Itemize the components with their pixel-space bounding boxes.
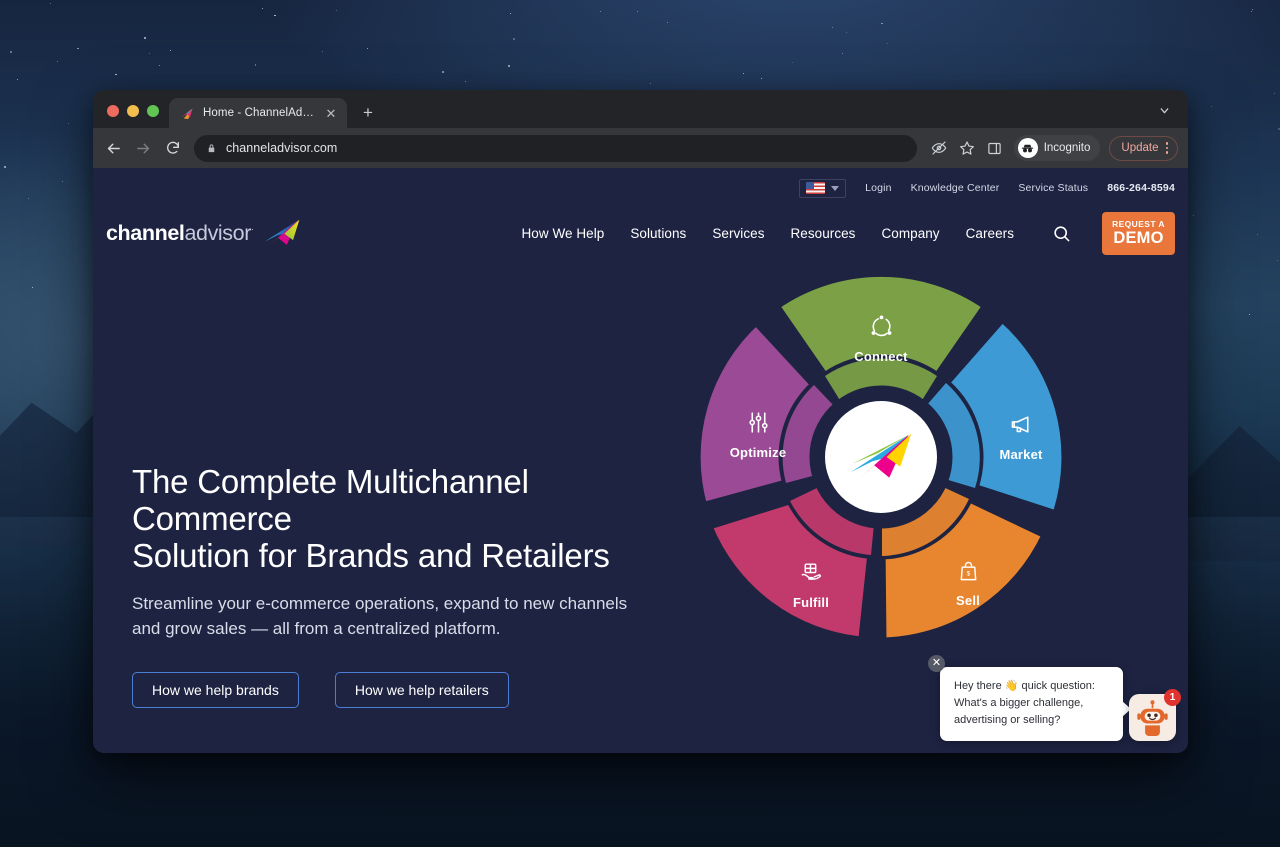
update-label: Update — [1121, 142, 1159, 154]
plus-icon[interactable]: + — [355, 100, 381, 126]
demo-button-line2: DEMO — [1113, 229, 1164, 247]
chat-message-line2: What's a bigger challenge, — [954, 696, 1084, 709]
profile-label: Incognito — [1043, 142, 1091, 154]
logo-word-channel: channel — [106, 220, 185, 245]
chat-message-bubble[interactable]: ✕ Hey there 👋 quick question: What's a b… — [928, 654, 1131, 741]
eye-slash-icon[interactable] — [926, 135, 952, 161]
maximize-window-button[interactable] — [147, 105, 159, 117]
hero-subtitle-line2: and grow sales — all from a centralized … — [132, 618, 501, 638]
hero-cta-group: How we help brands How we help retailers — [132, 672, 693, 709]
chat-unread-badge: 1 — [1164, 689, 1181, 706]
hero-title-line1: The Complete Multichannel Commerce — [132, 463, 529, 537]
close-window-button[interactable] — [107, 105, 119, 117]
nav-item-company[interactable]: Company — [881, 226, 939, 241]
browser-toolbar: channeladvisor.com Incognito Update — [93, 128, 1188, 168]
search-icon[interactable] — [1050, 222, 1072, 244]
chevron-down-icon[interactable] — [1152, 98, 1176, 122]
caret-down-icon — [831, 185, 840, 191]
commerce-wheel-diagram: Connect Market $ Sell Fulfill Optimize — [696, 272, 1066, 642]
logo-trademark: · — [250, 223, 254, 234]
main-navigation: How We Help Solutions Services Resources… — [521, 211, 1175, 255]
channeladvisor-arrow-icon — [180, 106, 195, 121]
channeladvisor-arrow-logo — [263, 218, 301, 248]
hero-copy: The Complete Multichannel Commerce Solut… — [93, 264, 693, 753]
wheel-hub — [825, 401, 937, 513]
how-we-help-retailers-button[interactable]: How we help retailers — [334, 672, 509, 709]
url-text: channeladvisor.com — [226, 141, 338, 155]
chat-message-line3: advertising or selling? — [954, 713, 1061, 726]
nav-item-careers[interactable]: Careers — [966, 226, 1014, 241]
how-we-help-brands-button[interactable]: How we help brands — [132, 672, 299, 709]
request-demo-button[interactable]: REQUEST A DEMO — [1102, 211, 1175, 255]
address-bar[interactable]: channeladvisor.com — [194, 134, 917, 162]
chat-message-text: Hey there 👋 quick question: What's a big… — [954, 678, 1109, 729]
arrow-right-icon[interactable] — [129, 134, 157, 162]
browser-window: Home - ChannelAdvisor ✕ + channeladvisor… — [93, 90, 1188, 753]
star-icon[interactable] — [954, 135, 980, 161]
close-circle-icon[interactable]: ✕ — [928, 654, 945, 672]
hero-subtitle: Streamline your e-commerce operations, e… — [132, 592, 662, 641]
kebab-menu-icon[interactable] — [1164, 142, 1171, 154]
close-icon[interactable]: ✕ — [323, 105, 339, 121]
logo-word-advisor: advisor — [184, 220, 251, 245]
language-selector[interactable] — [799, 178, 847, 198]
arrow-left-icon[interactable] — [99, 134, 127, 162]
tab-title: Home - ChannelAdvisor — [203, 107, 315, 119]
utility-phone-number[interactable]: 866-264-8594 — [1107, 182, 1175, 194]
window-traffic-lights — [103, 105, 169, 128]
side-panel-icon[interactable] — [982, 135, 1008, 161]
hero-subtitle-line1: Streamline your e-commerce operations, e… — [132, 593, 628, 613]
utility-link-knowledge-center[interactable]: Knowledge Center — [911, 182, 1000, 194]
nav-item-services[interactable]: Services — [712, 226, 764, 241]
hero-title-line2: Solution for Brands and Retailers — [132, 536, 610, 574]
nav-item-resources[interactable]: Resources — [791, 226, 856, 241]
page-title: The Complete Multichannel Commerce Solut… — [132, 463, 652, 575]
page-viewport: Login Knowledge Center Service Status 86… — [93, 168, 1188, 753]
chat-launcher-button[interactable]: 1 — [1129, 689, 1181, 741]
incognito-icon — [1017, 138, 1038, 158]
site-logo[interactable]: channeladvisor· — [106, 218, 301, 248]
profile-chip[interactable]: Incognito — [1013, 135, 1101, 161]
nav-item-how-we-help[interactable]: How We Help — [521, 226, 604, 241]
reload-icon[interactable] — [159, 134, 187, 162]
browser-tab[interactable]: Home - ChannelAdvisor ✕ — [169, 98, 347, 128]
site-header: channeladvisor· How We Help Solutions Se… — [93, 202, 1188, 264]
chat-message-line1: Hey there 👋 quick question: — [954, 679, 1095, 692]
utility-link-service-status[interactable]: Service Status — [1018, 182, 1088, 194]
channeladvisor-arrow-logo — [848, 430, 914, 484]
update-button[interactable]: Update — [1109, 135, 1178, 161]
desktop-wallpaper: Home - ChannelAdvisor ✕ + channeladvisor… — [0, 0, 1280, 847]
lock-icon — [206, 143, 217, 154]
minimize-window-button[interactable] — [127, 105, 139, 117]
robot-avatar-icon — [1134, 699, 1171, 736]
demo-button-line1: REQUEST A — [1112, 218, 1165, 229]
us-flag-icon — [806, 182, 826, 194]
utility-link-login[interactable]: Login — [865, 182, 891, 194]
chat-widget: ✕ Hey there 👋 quick question: What's a b… — [928, 654, 1181, 741]
browser-tabstrip: Home - ChannelAdvisor ✕ + — [93, 90, 1188, 128]
logo-wordmark: channeladvisor· — [106, 221, 254, 246]
nav-item-solutions[interactable]: Solutions — [630, 226, 686, 241]
